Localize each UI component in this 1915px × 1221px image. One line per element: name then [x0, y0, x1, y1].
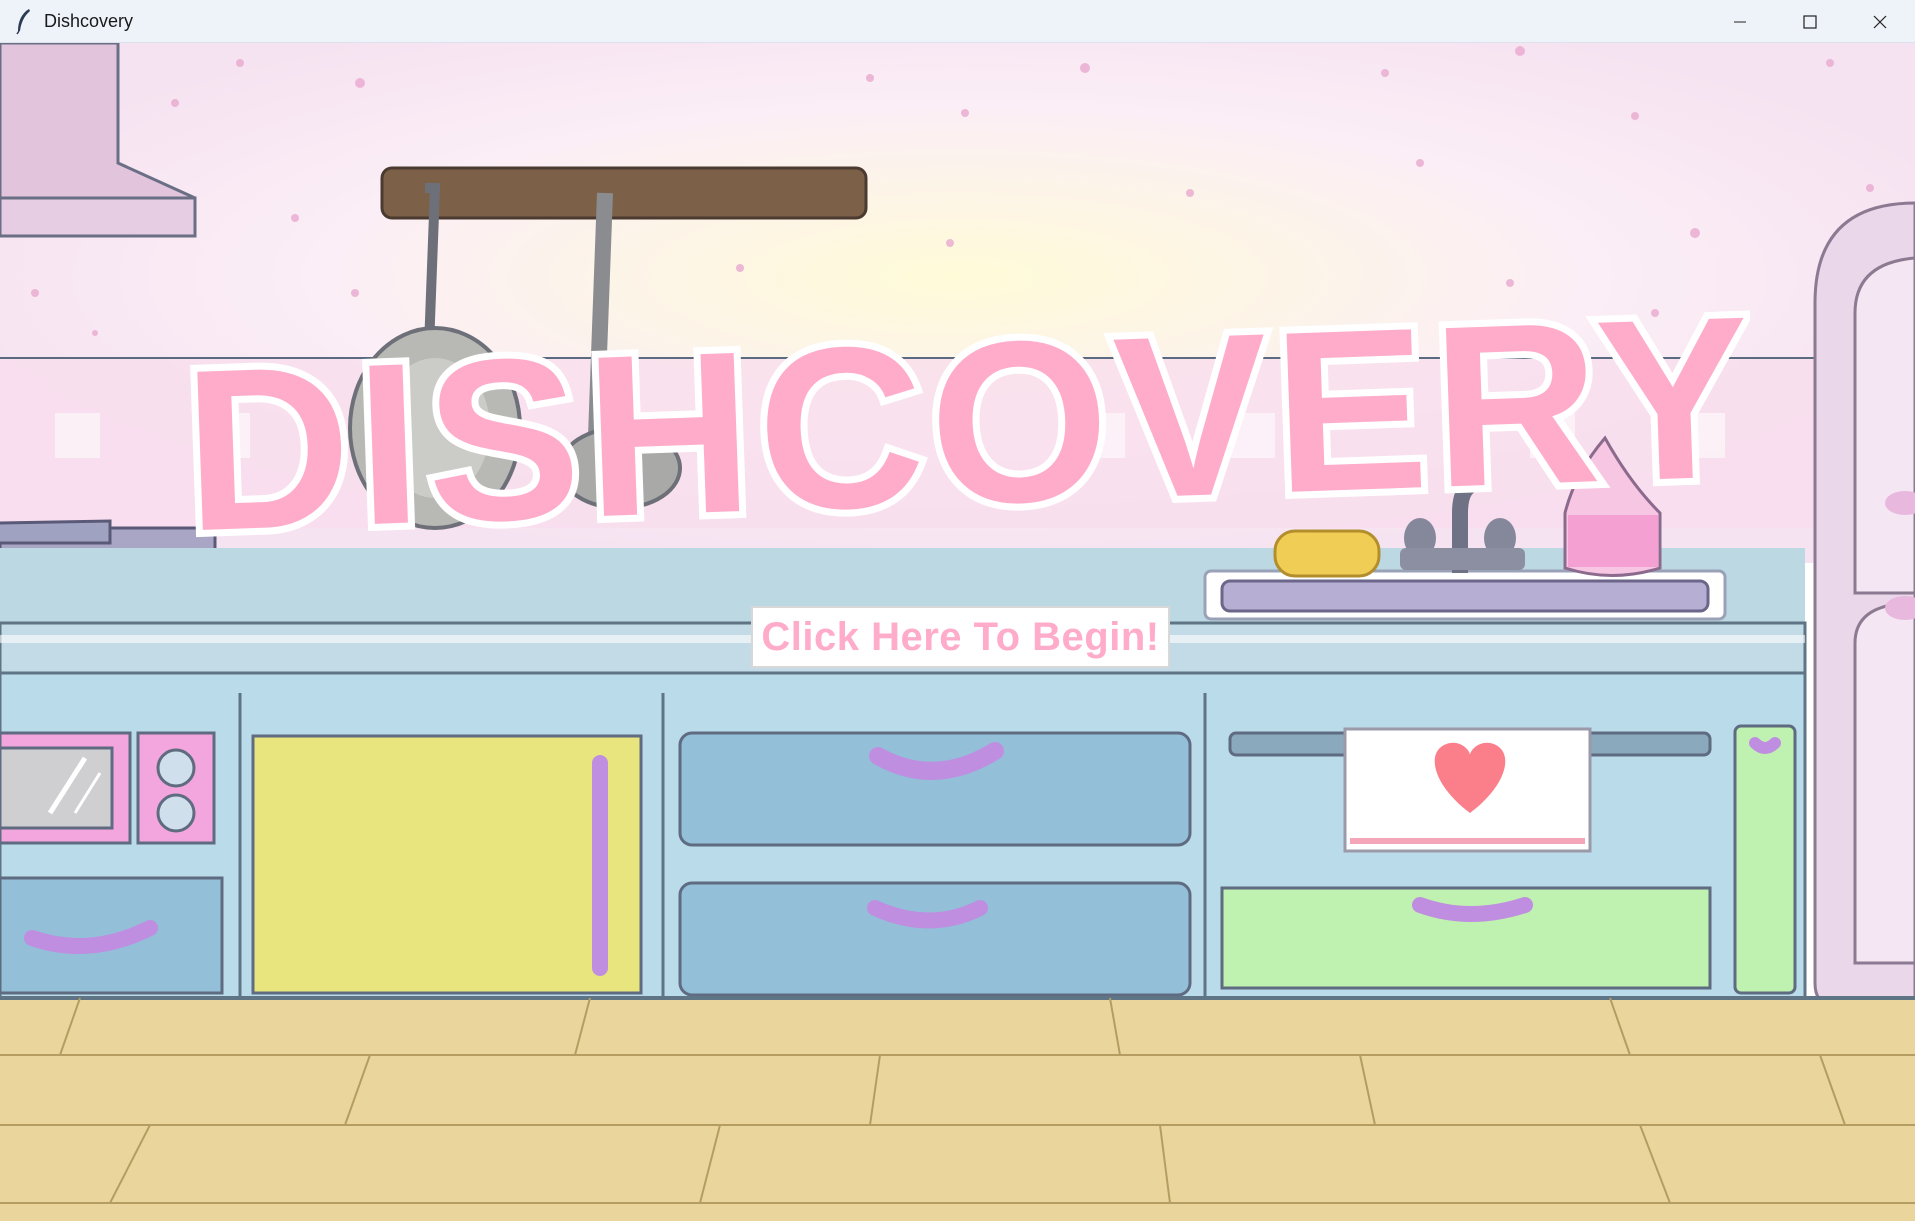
close-icon	[1873, 15, 1887, 28]
close-button[interactable]	[1845, 0, 1915, 43]
minimize-button[interactable]	[1705, 0, 1775, 43]
game-logo: DISHCOVERY	[190, 263, 1750, 563]
window-title: Dishcovery	[44, 10, 134, 31]
maximize-icon	[1803, 14, 1817, 29]
kitchen-scene: DISHCOVERY Click Here To Begin!	[0, 43, 1915, 1221]
begin-button[interactable]: Click Here To Begin!	[751, 606, 1170, 668]
logo-text: DISHCOVERY	[190, 268, 1750, 563]
feather-icon	[16, 9, 30, 35]
minimize-icon	[1734, 21, 1746, 22]
maximize-button[interactable]	[1775, 0, 1845, 43]
window-titlebar: Dishcovery	[0, 0, 1915, 43]
